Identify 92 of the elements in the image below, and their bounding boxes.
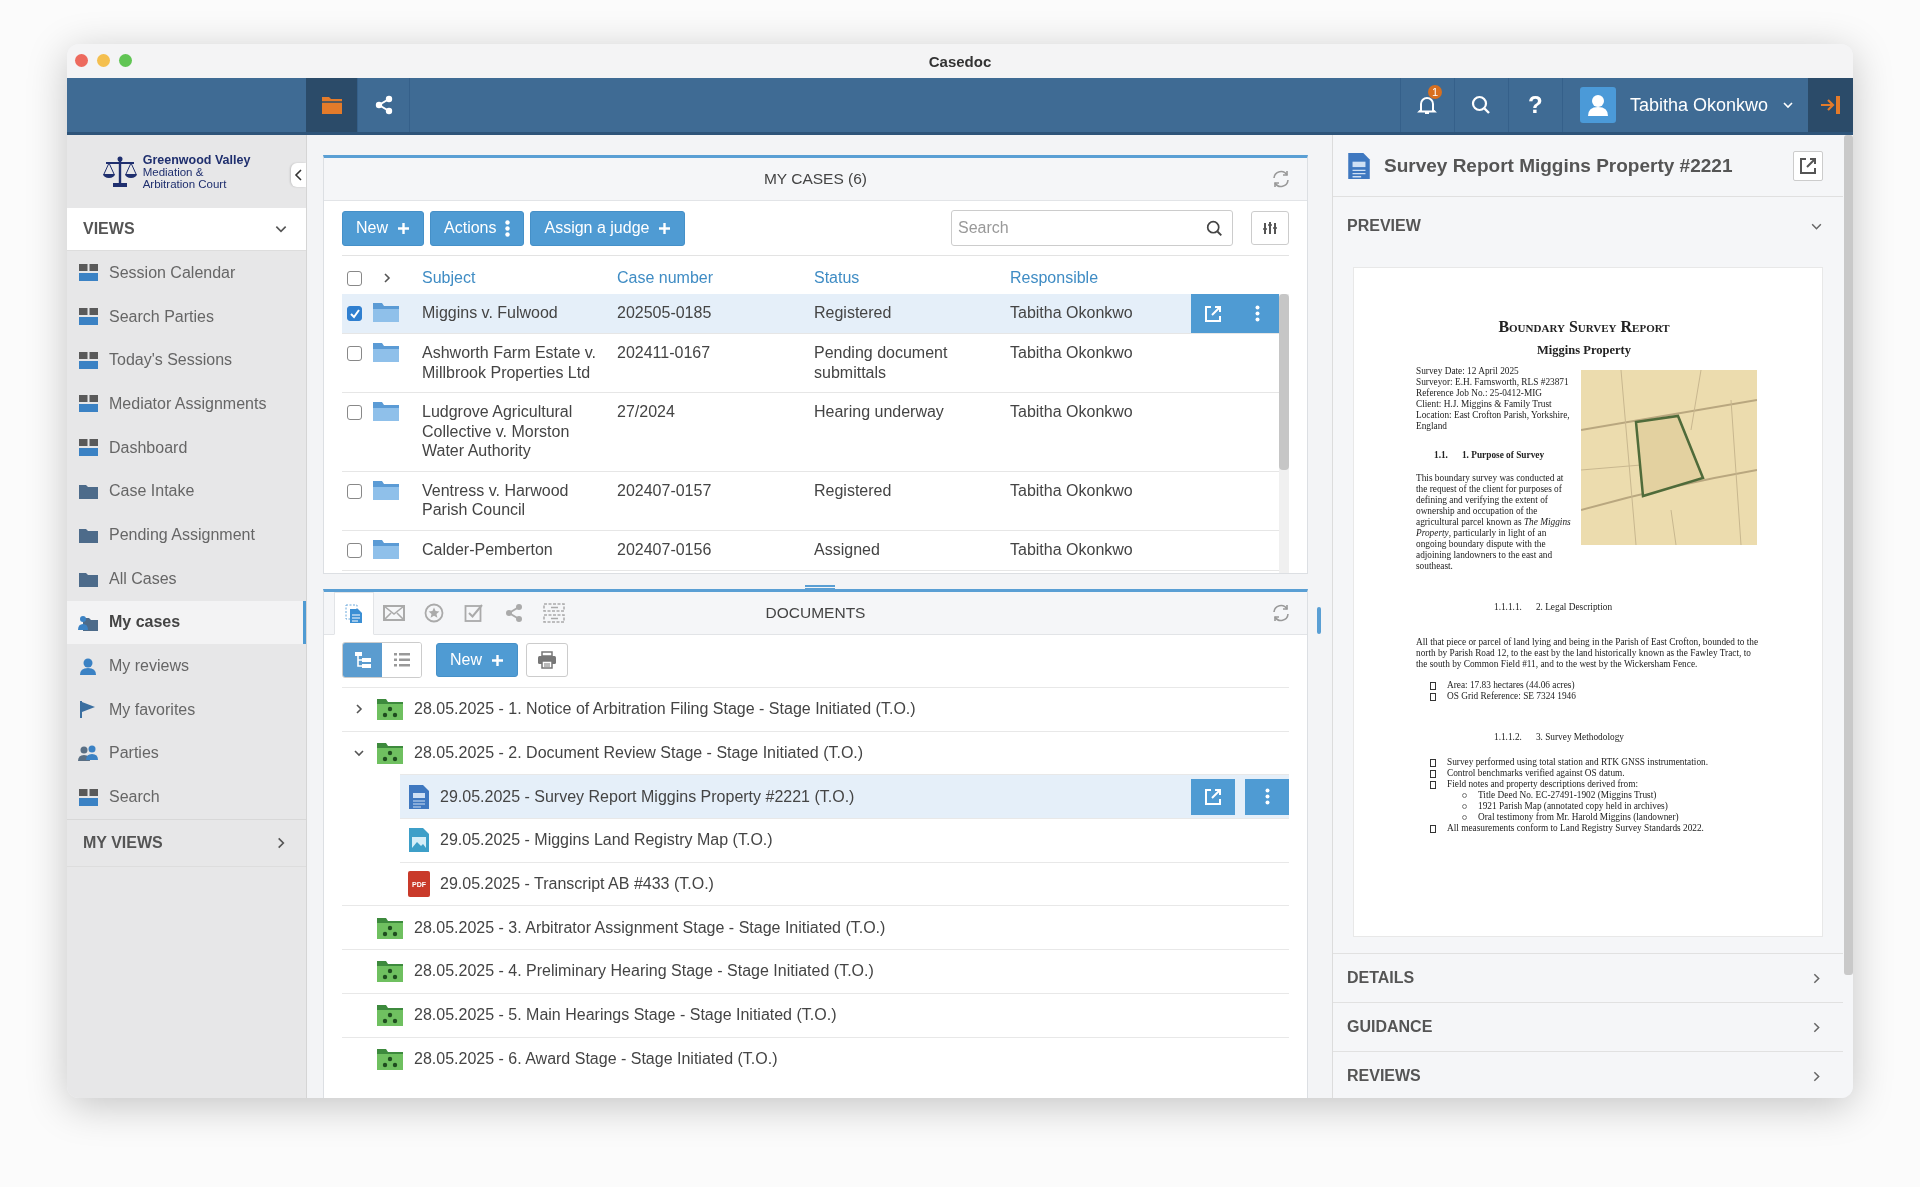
- toolbar-button[interactable]: Assign a judge: [530, 210, 686, 246]
- report-title: Boundary Survey Report: [1497, 318, 1671, 336]
- report-text: OS Grid Reference: SE 7324 1946: [1447, 691, 1576, 702]
- table-cell-text: Tabitha Okonkwo: [1010, 539, 1134, 559]
- report-subtitle: Miggins Property: [1536, 345, 1632, 356]
- report-text: Control benchmarks verified against OS datum.: [1447, 768, 1625, 779]
- sidebar-item[interactable]: My favorites: [67, 687, 306, 732]
- sidebar-item[interactable]: My cases: [67, 600, 306, 645]
- sidebar-item[interactable]: My reviews: [67, 644, 306, 688]
- table-cell-text: Assigned: [814, 539, 881, 559]
- sidebar-item[interactable]: Dashboard: [67, 425, 306, 470]
- table-cell-text: Calder-Pemberton: [422, 539, 554, 559]
- panel-title: DOCUMENTS: [765, 604, 866, 622]
- sidebar-item[interactable]: Parties: [67, 731, 306, 776]
- case-row[interactable]: Ashworth Farm Estate v. Millbrook Properties Ltd 202411-0167 Pending document submittals Tabitha Okonkwo: [342, 334, 1279, 393]
- case-row[interactable]: Calder-Pemberton 202407-0156 Assigned Tabitha Okonkwo: [342, 530, 1279, 571]
- search-field[interactable]: Search: [951, 210, 1233, 246]
- report-text: All measurements conform to Land Registry Survey Standards 2022.: [1447, 823, 1704, 834]
- stage-label[interactable]: 28.05.2025 - 2. Document Review Stage - Stage Initiated (T.O.): [414, 744, 864, 763]
- document-row[interactable]: 29.05.2025 - Miggins Land Registry Map (T.O.): [400, 818, 1289, 862]
- report-text: Surveyor: E.H. Farnsworth, RLS #23871: [1416, 377, 1570, 388]
- stage-label[interactable]: 28.05.2025 - 5. Main Hearings Stage - Stage Initiated (T.O.): [414, 1006, 837, 1025]
- sidebar-item[interactable]: Case Intake: [67, 469, 306, 514]
- sidebar-item[interactable]: Mediator Assignments: [67, 382, 306, 426]
- report-text: Client: H.J. Miggins & Family Trust: [1416, 399, 1553, 410]
- toolbar-button[interactable]: Actions: [430, 210, 525, 246]
- my-views-header[interactable]: MY VIEWS: [67, 818, 306, 867]
- document-label: 29.05.2025 - Survey Report Miggins Property #2221 (T.O.): [440, 787, 855, 806]
- stage-label[interactable]: 28.05.2025 - 1. Notice of Arbitration Filing Stage - Stage Initiated (T.O.): [414, 700, 916, 719]
- user-menu-button[interactable]: Tabitha Okonkwo: [1561, 78, 1808, 132]
- table-cell-text: Pending document submittals: [814, 343, 949, 382]
- table-cell-text: Tabitha Okonkwo: [1010, 303, 1134, 323]
- notification-badge: 1: [1427, 85, 1443, 99]
- table-cell-text: 202407-0157: [617, 480, 713, 500]
- report-text: Title Deed No. EC-27491-1902 (Miggins Trust): [1478, 790, 1657, 801]
- sidebar-item[interactable]: Search Parties: [67, 294, 306, 339]
- table-cell-text: 202505-0185: [617, 303, 713, 323]
- sidebar-item[interactable]: Search: [67, 775, 306, 819]
- panel-title: MY CASES (6): [763, 170, 868, 188]
- notifications-button[interactable]: 1: [1399, 78, 1454, 132]
- column-header[interactable]: Responsible: [1010, 268, 1099, 288]
- report-heading: 1.1.1.2. 3. Survey Methodology: [1494, 732, 1625, 743]
- sidebar-item[interactable]: Session Calendar: [67, 251, 306, 295]
- document-label: 29.05.2025 - Miggins Land Registry Map (T.O.): [440, 831, 773, 850]
- stage-label[interactable]: 28.05.2025 - 6. Award Stage - Stage Initiated (T.O.): [414, 1049, 778, 1068]
- report-text: Survey performed using total station and RTK GNSS instrumentation.: [1447, 757, 1709, 768]
- table-cell-text: Hearing underway: [814, 402, 945, 422]
- table-cell-text: 202407-0156: [617, 539, 713, 559]
- sidebar-item[interactable]: Pending Assignment: [67, 513, 306, 557]
- table-cell-text: 202411-0167: [617, 343, 712, 363]
- section-header[interactable]: PREVIEW: [1333, 197, 1843, 255]
- case-row[interactable]: Ludgrove Agricultural Collective v. Morston Water Authority 27/2024 Hearing underway Tabitha Okonkwo: [342, 393, 1279, 472]
- report-heading: 1.1. 1. Purpose of Survey: [1434, 450, 1546, 461]
- help-button[interactable]: ?: [1507, 78, 1562, 132]
- toolbar-button[interactable]: New: [342, 210, 424, 246]
- report-paragraph: All that piece or parcel of land lying and being in the Parish of East Crofton, bounded to the north by Parish Road 12, to the east by the land historically known as the Fawley Tract, to the south by Common Field #11, and to the west by the Wickersham Fence.: [1416, 637, 1760, 670]
- section-header[interactable]: REVIEWS: [1333, 1051, 1843, 1098]
- report-text: Location: East Crofton Parish, Yorkshire, England: [1416, 410, 1571, 432]
- document-label: 29.05.2025 - Transcript AB #433 (T.O.): [440, 875, 714, 894]
- table-cell-text: Tabitha Okonkwo: [1010, 480, 1134, 500]
- window-title: Casedoc: [928, 52, 992, 70]
- report-text: 1921 Parish Map (annotated copy held in archives): [1478, 801, 1668, 812]
- table-cell-text: Ludgrove Agricultural Collective v. Morston Water Authority: [422, 402, 574, 461]
- case-row[interactable]: Miggins v. Fulwood 202505-0185 Registered Tabitha Okonkwo: [342, 294, 1279, 334]
- column-header[interactable]: Subject: [422, 268, 476, 288]
- document-title: Survey Report Miggins Property #2221: [1384, 154, 1733, 177]
- sidebar-item[interactable]: Today's Sessions: [67, 338, 306, 383]
- section-header[interactable]: GUIDANCE: [1333, 1002, 1843, 1051]
- table-cell-text: Ventress v. Harwood Parish Council: [422, 480, 570, 520]
- table-cell-text: 27/2024: [617, 402, 676, 422]
- report-text: Survey Date: 12 April 2025: [1416, 366, 1520, 377]
- stage-label[interactable]: 28.05.2025 - 3. Arbitrator Assignment Stage - Stage Initiated (T.O.): [414, 918, 886, 937]
- court-name: Greenwood Valley Mediation & Arbitration Court: [142, 153, 251, 190]
- table-cell-text: Ashworth Farm Estate v. Millbrook Properties Ltd: [422, 343, 597, 382]
- sidebar-item[interactable]: All Cases: [67, 556, 306, 601]
- report-paragraph: This boundary survey was conducted at the request of the client for purposes of defining and verifying the extent of ownership and occupation of the agricultural parcel known as The Miggins Property, particularly in light of an ongoing boundary dispute with the adjoining landowners to the east and southeast.: [1416, 473, 1572, 572]
- report-text: Oral testimony from Mr. Harold Miggins (landowner): [1478, 812, 1679, 823]
- stage-label[interactable]: 28.05.2025 - 4. Preliminary Hearing Stage - Stage Initiated (T.O.): [414, 962, 874, 981]
- document-row[interactable]: 29.05.2025 - Survey Report Miggins Property #2221 (T.O.): [400, 774, 1289, 819]
- report-text: Field notes and property descriptions derived from:: [1447, 779, 1639, 790]
- new-button[interactable]: New: [436, 643, 518, 677]
- report-heading: 1.1.1.1. 2. Legal Description: [1494, 602, 1614, 613]
- views-header[interactable]: VIEWS: [67, 208, 306, 251]
- table-cell-text: Registered: [814, 303, 893, 323]
- table-cell-text: Tabitha Okonkwo: [1010, 402, 1134, 422]
- report-text: Reference Job No.: 25-0412-MIG: [1416, 388, 1543, 399]
- section-header[interactable]: DETAILS: [1333, 953, 1843, 1002]
- report-text: Area: 17.83 hectares (44.06 acres): [1447, 680, 1575, 691]
- table-cell-text: Registered: [814, 480, 893, 500]
- table-cell-text: Tabitha Okonkwo: [1010, 343, 1134, 363]
- table-cell-text: Miggins v. Fulwood: [422, 303, 559, 323]
- case-row[interactable]: Ventress v. Harwood Parish Council 202407-0157 Registered Tabitha Okonkwo: [342, 471, 1279, 531]
